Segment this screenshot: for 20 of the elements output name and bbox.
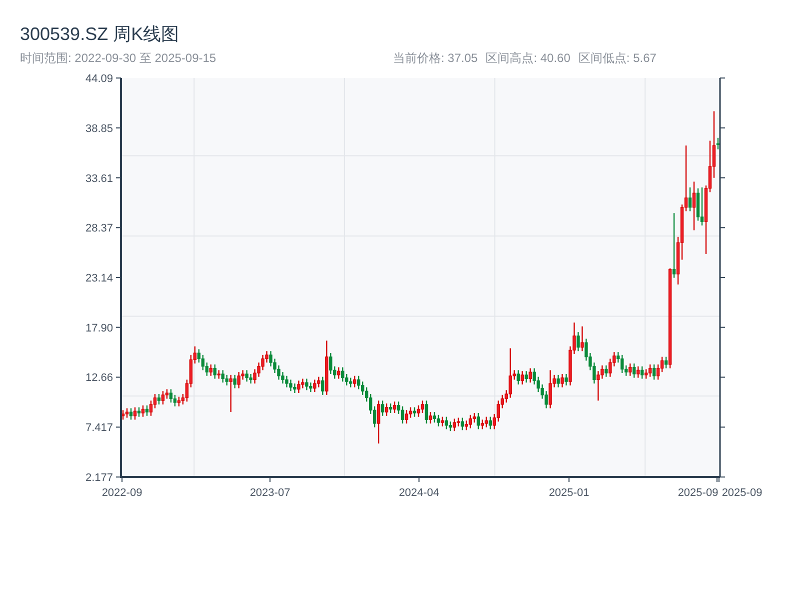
date-range-text: 时间范围: 2022-09-30 至 2025-09-15 [20, 50, 218, 66]
x-tick-label: 2025-09 [678, 487, 718, 499]
chart-title: 300539.SZ 周K线图 [20, 23, 180, 46]
x-tick-label: 2025-09 [722, 487, 762, 499]
x-tick-label: 2023-07 [250, 487, 290, 499]
stat-text: 区间高点: 40.60 [486, 50, 570, 66]
stat-text: 区间低点: 5.67 [578, 50, 656, 66]
x-tick-label: 2025-01 [548, 487, 590, 499]
y-tick-label: 28.37 [85, 222, 113, 235]
y-tick-label: 12.66 [85, 372, 113, 384]
y-tick-label: 23.14 [85, 272, 113, 284]
stat-text: 当前价格: 37.05 [393, 50, 478, 66]
y-tick-label: 17.90 [85, 322, 113, 334]
x-tick-label: 2022-09 [102, 487, 142, 499]
y-tick-label: 44.09 [85, 73, 113, 85]
y-tick-label: 33.61 [85, 172, 113, 185]
x-tick-label: 2024-04 [398, 487, 440, 499]
y-tick-label: 2.177 [85, 472, 113, 484]
y-tick-label: 38.85 [85, 122, 113, 135]
y-tick-label: 7.417 [85, 422, 113, 434]
